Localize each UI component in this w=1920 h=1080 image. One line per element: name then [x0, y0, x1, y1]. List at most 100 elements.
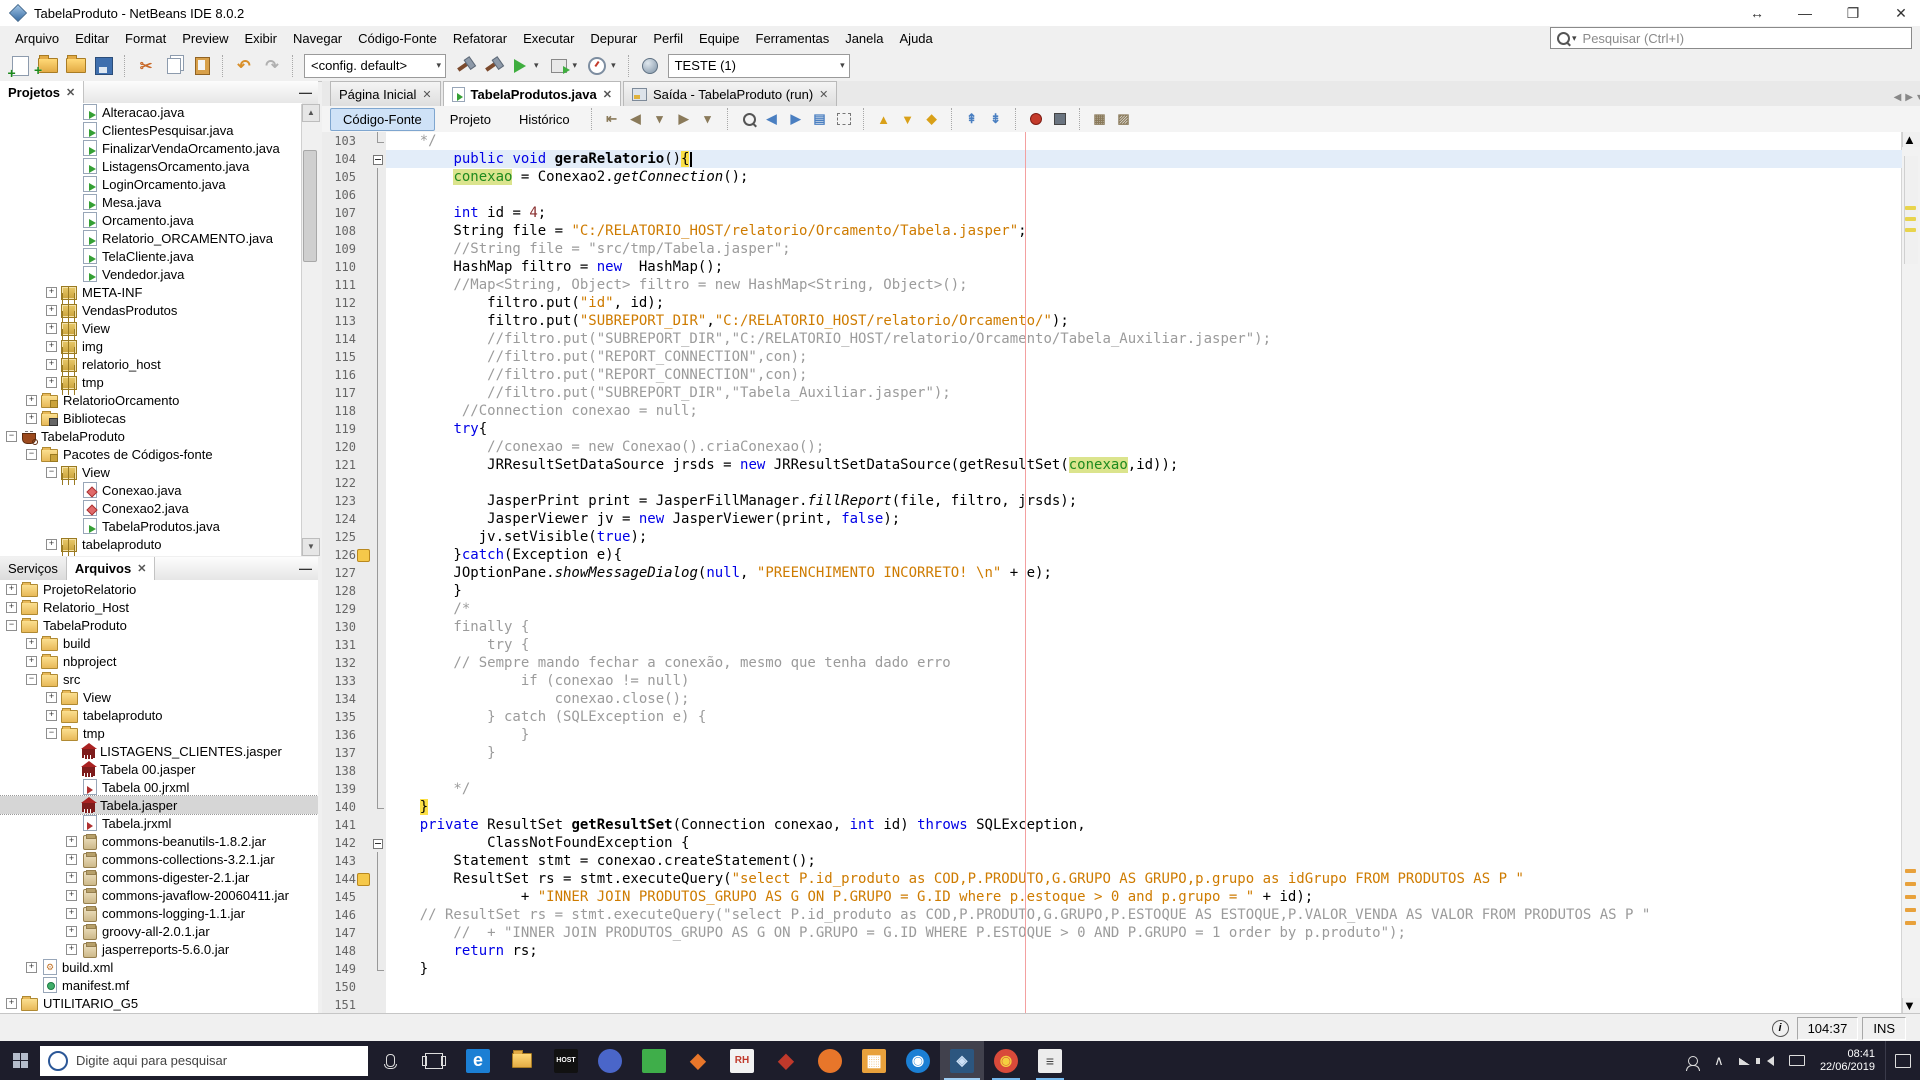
tab-projetos[interactable]: Projetos ✕: [0, 81, 85, 104]
tree-expander-icon[interactable]: +: [66, 853, 77, 865]
fold-margin[interactable]: [371, 942, 385, 960]
fold-margin[interactable]: [371, 150, 385, 168]
code-line[interactable]: [386, 996, 1902, 1013]
volume-icon[interactable]: [1756, 1041, 1784, 1080]
tree-item[interactable]: ClientesPesquisar.java: [0, 121, 302, 139]
code-line[interactable]: JRResultSetDataSource jrsds = new JRResu…: [386, 456, 1902, 474]
fold-margin[interactable]: [371, 276, 385, 294]
tree-expander-icon[interactable]: −: [26, 673, 37, 685]
tree-expander-icon[interactable]: +: [66, 835, 77, 847]
gutter-line[interactable]: 138: [322, 762, 386, 780]
fold-margin[interactable]: [371, 618, 385, 636]
config-select[interactable]: <config. default> ▾: [304, 53, 446, 78]
undo-icon[interactable]: ↶: [231, 54, 257, 78]
tree-item[interactable]: Tabela 00.jasper: [0, 760, 318, 778]
code-line[interactable]: // ResultSet rs = stmt.executeQuery("sel…: [386, 906, 1902, 924]
code-line[interactable]: finally {: [386, 618, 1902, 636]
tree-expander-icon[interactable]: −: [26, 448, 37, 460]
dropdown-arrow-icon[interactable]: ▾: [611, 60, 616, 71]
code-line[interactable]: // + "INNER JOIN PRODUTOS_GRUPO AS G ON …: [386, 924, 1902, 942]
new-file-icon[interactable]: [7, 54, 33, 81]
gutter-line[interactable]: 139: [322, 780, 386, 798]
tree-item[interactable]: Tabela.jrxml: [0, 814, 318, 832]
tree-expander-icon[interactable]: +: [66, 925, 77, 937]
dropdown-arrow-icon[interactable]: ▾: [436, 60, 441, 71]
menu-item[interactable]: Navegar: [286, 28, 349, 49]
menu-item[interactable]: Exibir: [237, 28, 284, 49]
gutter-line[interactable]: 131: [322, 636, 386, 654]
gutter-line[interactable]: 125: [322, 528, 386, 546]
tree-expander-icon[interactable]: +: [46, 691, 57, 703]
code-line[interactable]: [386, 978, 1902, 996]
fold-margin[interactable]: [371, 204, 385, 222]
code-line[interactable]: JOptionPane.showMessageDialog(null, "PRE…: [386, 564, 1902, 582]
gutter-line[interactable]: 143: [322, 852, 386, 870]
restore-drag-icon[interactable]: ↔: [1746, 5, 1768, 21]
close-tab-icon[interactable]: ✕: [819, 88, 828, 101]
save-all-icon[interactable]: [91, 54, 117, 78]
tree-item[interactable]: + jasperreports-5.6.0.jar: [0, 940, 318, 958]
gutter-line[interactable]: 124: [322, 510, 386, 528]
gutter-line[interactable]: 133: [322, 672, 386, 690]
code-line[interactable]: ClassNotFoundException {: [386, 834, 1902, 852]
tree-expander-icon[interactable]: −: [6, 430, 17, 442]
tree-item[interactable]: + build.xml: [0, 958, 318, 976]
code-line[interactable]: }: [386, 582, 1902, 600]
scroll-tabs-right-icon[interactable]: ▶: [1905, 92, 1913, 103]
host-app-icon[interactable]: HOST: [544, 1041, 588, 1080]
start-button[interactable]: [0, 1041, 40, 1080]
tree-item[interactable]: LISTAGENS_CLIENTES.jasper: [0, 742, 318, 760]
scroll-up-icon[interactable]: ▲: [1902, 132, 1920, 147]
ruby-app-icon[interactable]: ◆: [764, 1041, 808, 1080]
tree-expander-icon[interactable]: +: [46, 358, 57, 370]
tree-item[interactable]: + tabelaproduto: [0, 706, 318, 724]
tree-item[interactable]: − src: [0, 670, 318, 688]
fold-margin[interactable]: [371, 546, 385, 564]
code-line[interactable]: //Map<String, Object> filtro = new HashM…: [386, 276, 1902, 294]
uncomment-icon[interactable]: ▨: [1113, 109, 1135, 129]
view-button[interactable]: Projeto: [437, 108, 504, 131]
tree-item[interactable]: LoginOrcamento.java: [0, 175, 302, 193]
gutter-line[interactable]: 127: [322, 564, 386, 582]
code-line[interactable]: //Connection conexao = null;: [386, 402, 1902, 420]
gutter-line[interactable]: 112: [322, 294, 386, 312]
tree-item[interactable]: + nbproject: [0, 652, 318, 670]
fold-margin[interactable]: [371, 726, 385, 744]
run-target-select[interactable]: TESTE (1) ▾: [667, 53, 850, 78]
fold-margin[interactable]: [371, 384, 385, 402]
tree-item[interactable]: TelaCliente.java: [0, 247, 302, 265]
tree-item[interactable]: + tmp: [0, 373, 302, 391]
close-tab-icon[interactable]: ✕: [422, 88, 431, 101]
tree-item[interactable]: + VendasProdutos: [0, 301, 302, 319]
tree-expander-icon[interactable]: +: [46, 340, 57, 352]
gutter-line[interactable]: 129: [322, 600, 386, 618]
people-icon[interactable]: [1680, 1041, 1706, 1080]
cut-icon[interactable]: ✂: [133, 54, 159, 78]
fold-margin[interactable]: [371, 924, 385, 942]
editor-tab[interactable]: TabelaProdutos.java ✕: [442, 81, 621, 106]
menu-item[interactable]: Código-Fonte: [351, 28, 444, 49]
code-line[interactable]: }: [386, 744, 1902, 762]
find-selection-icon[interactable]: [737, 109, 759, 129]
record-macro-icon[interactable]: [1025, 109, 1047, 129]
scroll-up-icon[interactable]: ▲: [302, 104, 320, 122]
tree-item[interactable]: FinalizarVendaOrcamento.java: [0, 139, 302, 157]
tree-expander-icon[interactable]: +: [6, 997, 17, 1009]
deploy-icon[interactable]: [637, 54, 663, 78]
chrome-icon[interactable]: ◉: [984, 1041, 1028, 1080]
code-line[interactable]: JasperViewer jv = new JasperViewer(print…: [386, 510, 1902, 528]
code-line[interactable]: filtro.put("SUBREPORT_DIR","C:/RELATORIO…: [386, 312, 1902, 330]
scroll-tabs-left-icon[interactable]: ◀: [1894, 92, 1902, 103]
tree-item[interactable]: + View: [0, 688, 318, 706]
editor-tab[interactable]: Saída - TabelaProduto (run) ✕: [622, 81, 838, 106]
code-line[interactable]: }: [386, 960, 1902, 978]
fold-margin[interactable]: [371, 420, 385, 438]
gutter-line[interactable]: 151: [322, 996, 386, 1014]
menu-item[interactable]: Preview: [175, 28, 235, 49]
tree-expander-icon[interactable]: +: [66, 889, 77, 901]
green-app-icon[interactable]: [632, 1041, 676, 1080]
calc-app-icon[interactable]: ▦: [852, 1041, 896, 1080]
maximize-button[interactable]: ❐: [1842, 5, 1864, 22]
gutter-line[interactable]: 128: [322, 582, 386, 600]
editor-hint-icon[interactable]: [357, 548, 370, 562]
